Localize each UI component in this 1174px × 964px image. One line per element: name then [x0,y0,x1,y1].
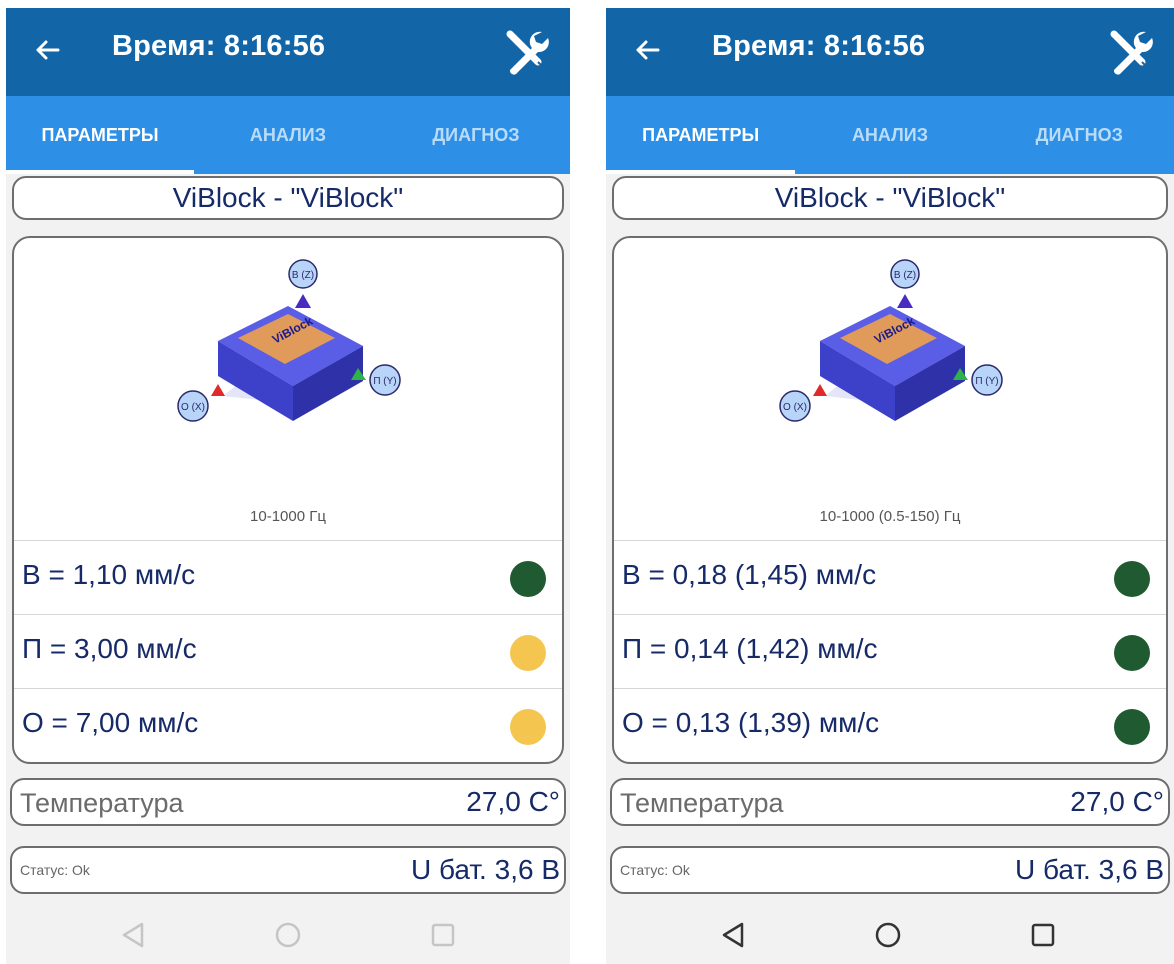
metric-row-transverse: П = 3,00 мм/с [14,614,562,689]
tab-analysis[interactable]: АНАЛИЗ [795,96,984,174]
sensor-card: ViBlock В (Z) П (Y) О (X) 10-1000 (0.5-1… [612,236,1168,764]
nav-recent-apps-icon[interactable] [1026,918,1060,952]
sensor-card: ViBlock В (Z) П (Y) О (X) 10-1000 Гц В =… [12,236,564,764]
status-indicator [510,561,546,597]
metric-row-vertical: В = 0,18 (1,45) мм/с [614,540,1166,615]
temperature-value: 27,0 C° [466,786,560,817]
frequency-range: 10-1000 (0.5-150) Гц [819,508,961,525]
tab-bar: ПАРАМЕТРЫ АНАЛИЗ ДИАГНОЗ [606,96,1174,174]
page-title: Время: 8:16:56 [112,30,326,62]
axis-y-label: П (Y) [975,376,998,387]
nav-home-icon[interactable] [871,918,905,952]
system-nav-bar [606,904,1174,964]
axis-y-label: П (Y) [373,376,396,387]
axis-x-label: О (X) [783,402,807,413]
battery-voltage: U бат. 3,6 В [1014,854,1164,885]
status-indicator [510,709,546,745]
settings-tools-icon[interactable] [496,22,556,82]
nav-back-icon[interactable] [116,918,150,952]
status-indicator [510,635,546,671]
status-indicator [1114,561,1150,597]
back-arrow-icon[interactable] [628,30,668,70]
metric-value: О = 0,13 (1,39) мм/с [622,707,880,738]
device-name-field[interactable]: ViBlock - "ViBlock" [612,176,1168,220]
tab-diagnosis[interactable]: ДИАГНОЗ [985,96,1174,174]
nav-back-icon[interactable] [716,918,750,952]
status-indicator [1114,709,1150,745]
system-nav-bar [6,904,570,964]
metric-row-axial: О = 7,00 мм/с [14,688,562,762]
temperature-row: Температура 27,0 C° [610,778,1170,826]
app-bar: Время: 8:16:56 [606,8,1174,96]
tab-analysis[interactable]: АНАЛИЗ [194,96,382,174]
metric-value: В = 0,18 (1,45) мм/с [622,559,877,590]
axis-z-label: В (Z) [894,270,916,281]
phone-screen-right: Время: 8:16:56 ПАРАМЕТРЫ АНАЛИЗ ДИАГНОЗ … [606,8,1174,964]
sensor-device-illustration: ViBlock В (Z) П (Y) О (X) [779,259,1003,422]
tab-bar: ПАРАМЕТРЫ АНАЛИЗ ДИАГНОЗ [6,96,570,174]
tab-parameters[interactable]: ПАРАМЕТРЫ [606,96,796,174]
metric-value: П = 0,14 (1,42) мм/с [622,633,878,664]
status-row: Статус: Ok U бат. 3,6 В [610,846,1170,894]
nav-home-icon[interactable] [271,918,305,952]
temperature-label: Температура [20,788,184,818]
nav-recent-apps-icon[interactable] [426,918,460,952]
axis-z-label: В (Z) [292,270,314,281]
status-text: Статус: Ok [620,862,690,878]
frequency-range: 10-1000 Гц [250,508,326,525]
metric-row-vertical: В = 1,10 мм/с [14,540,562,615]
sensor-device-illustration: ViBlock В (Z) П (Y) О (X) [177,259,401,422]
metric-row-transverse: П = 0,14 (1,42) мм/с [614,614,1166,689]
metric-row-axial: О = 0,13 (1,39) мм/с [614,688,1166,762]
temperature-label: Температура [620,788,784,818]
metric-value: П = 3,00 мм/с [22,633,197,664]
temperature-value: 27,0 C° [1070,786,1164,817]
tab-diagnosis[interactable]: ДИАГНОЗ [382,96,570,174]
settings-tools-icon[interactable] [1100,22,1160,82]
tab-parameters[interactable]: ПАРАМЕТРЫ [6,96,194,174]
status-indicator [1114,635,1150,671]
phone-screen-left: Время: 8:16:56 ПАРАМЕТРЫ АНАЛИЗ ДИАГНОЗ … [6,8,570,964]
page-title: Время: 8:16:56 [712,30,926,62]
back-arrow-icon[interactable] [28,30,68,70]
axis-x-label: О (X) [181,402,205,413]
metric-value: В = 1,10 мм/с [22,559,196,590]
temperature-row: Температура 27,0 C° [10,778,566,826]
device-name-field[interactable]: ViBlock - "ViBlock" [12,176,564,220]
battery-voltage: U бат. 3,6 В [410,854,560,885]
app-bar: Время: 8:16:56 [6,8,570,96]
status-text: Статус: Ok [20,862,90,878]
metric-value: О = 7,00 мм/с [22,707,199,738]
status-row: Статус: Ok U бат. 3,6 В [10,846,566,894]
